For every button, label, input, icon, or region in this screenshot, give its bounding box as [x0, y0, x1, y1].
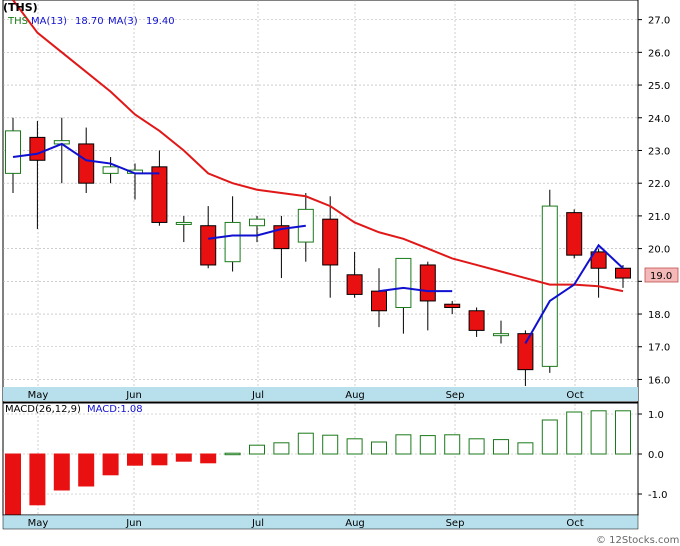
macd-legend-label: MACD(26,12,9) — [5, 404, 81, 415]
macd-y-tick-label: -1.0 — [648, 490, 668, 501]
macd-bar — [151, 453, 168, 466]
macd-month-label: Sep — [446, 518, 465, 529]
macd-bar — [175, 453, 192, 462]
last-price-tag: 19.0 — [650, 271, 672, 282]
ticker-label: (THS) — [3, 1, 38, 14]
price-month-label: Jun — [125, 390, 142, 401]
candle-body — [102, 166, 119, 174]
macd-y-tick-label: 0.0 — [648, 450, 664, 461]
candle — [541, 189, 558, 373]
macd-bar — [590, 410, 607, 455]
price-month-label: Oct — [566, 390, 583, 401]
macd-bar — [468, 438, 485, 455]
candle-body — [493, 333, 509, 337]
price-y-tick-label: 17.0 — [648, 343, 670, 354]
price-date-axis-band — [3, 387, 638, 401]
price-y-tick-label: 16.0 — [648, 375, 670, 386]
price-y-tick-label: 27.0 — [648, 16, 670, 27]
candle — [566, 209, 583, 259]
macd-bar — [566, 411, 583, 455]
macd-bar — [127, 453, 143, 466]
macd-y-tick-label: 1.0 — [648, 410, 664, 421]
macd-bar — [273, 442, 290, 455]
candle-body — [468, 310, 485, 331]
candle-body — [78, 143, 95, 184]
candle-body — [517, 333, 534, 371]
macd-bar — [541, 419, 558, 455]
macd-bar — [615, 410, 631, 455]
macd-bar — [322, 434, 339, 455]
macd-bar — [297, 432, 314, 455]
candle-body — [615, 267, 631, 279]
legend-ma3-label: MA(3) — [108, 16, 138, 27]
candle-body — [249, 218, 265, 227]
candle-body — [322, 218, 339, 266]
macd-month-label: Jun — [125, 518, 142, 529]
macd-bar — [53, 453, 70, 491]
legend-ma13-label: MA(13) — [31, 16, 67, 27]
price-y-tick-label: 23.0 — [648, 146, 670, 157]
macd-month-label: Oct — [566, 518, 583, 529]
candle-body — [5, 130, 21, 174]
macd-month-label: Jul — [251, 518, 264, 529]
macd-bar — [29, 453, 46, 506]
candle-body — [346, 274, 363, 295]
macd-bar — [200, 453, 217, 464]
candle-body — [444, 303, 461, 308]
price-month-label: Sep — [446, 390, 465, 401]
macd-bar — [78, 453, 95, 487]
candle-body — [29, 136, 46, 161]
macd-bar — [371, 441, 387, 455]
macd-bar — [493, 439, 509, 455]
macd-bar — [102, 453, 119, 476]
candle-body — [200, 225, 217, 266]
price-y-tick-label: 24.0 — [648, 114, 670, 125]
legend-symbol: THS — [7, 16, 28, 27]
price-y-tick-label: 22.0 — [648, 179, 670, 190]
price-y-tick-label: 25.0 — [648, 81, 670, 92]
macd-month-label: May — [28, 518, 49, 529]
macd-legend-value: MACD:1.08 — [87, 404, 143, 415]
watermark: © 12Stocks.com — [596, 535, 679, 546]
price-y-tick-label: 21.0 — [648, 212, 670, 223]
price-month-label: Aug — [345, 390, 365, 401]
candle-body — [541, 205, 558, 367]
price-month-label: Jul — [251, 390, 264, 401]
chart-root: May Jun Jul Aug Sep Oct 16.0 17.0 18.0 20.0 21.0 2… — [0, 0, 680, 546]
candle-body — [566, 212, 583, 256]
candle-body — [395, 257, 412, 308]
macd-bar — [224, 452, 241, 456]
candle-body — [419, 264, 436, 302]
price-month-label: May — [28, 390, 49, 401]
macd-bar — [444, 434, 461, 455]
candle-body — [151, 166, 168, 223]
candle-body — [175, 221, 192, 225]
candle-body — [224, 221, 241, 263]
macd-bar — [395, 434, 412, 455]
price-y-tick-label: 26.0 — [648, 48, 670, 59]
legend-ma13-value: 18.70 — [75, 16, 104, 27]
macd-bar — [419, 435, 436, 455]
macd-bar — [5, 453, 21, 515]
macd-bar — [249, 444, 265, 455]
macd-bar — [346, 438, 363, 455]
macd-date-axis-band — [2, 514, 639, 530]
macd-bar — [517, 442, 534, 455]
price-y-tick-label: 20.0 — [648, 245, 670, 256]
macd-month-label: Aug — [345, 518, 365, 529]
candle-body — [371, 290, 387, 312]
legend-ma3-value: 19.40 — [146, 16, 175, 27]
price-y-tick-label: 18.0 — [648, 310, 670, 321]
